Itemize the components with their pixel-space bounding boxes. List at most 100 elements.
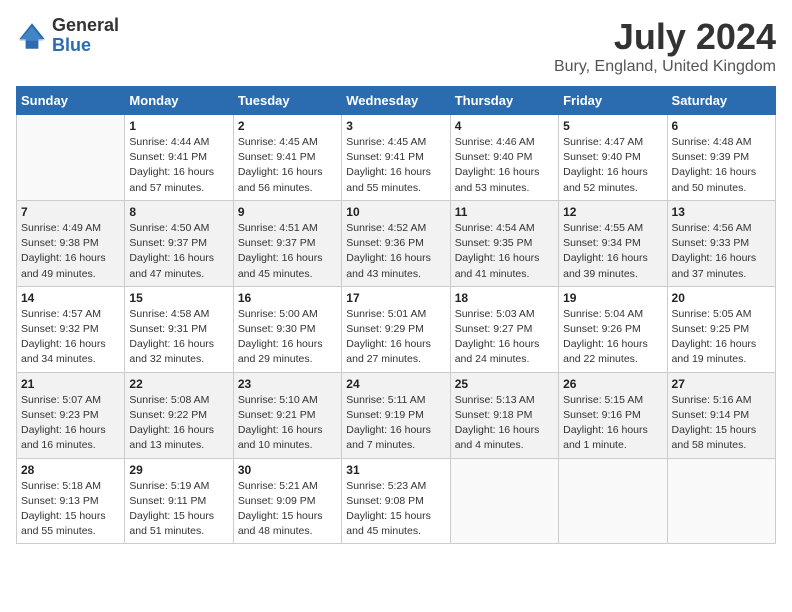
day-info: Sunrise: 4:50 AM Sunset: 9:37 PM Dayligh… [129, 221, 228, 282]
day-info: Sunrise: 5:11 AM Sunset: 9:19 PM Dayligh… [346, 393, 445, 454]
logo-blue-label: Blue [52, 36, 119, 56]
calendar-cell: 6Sunrise: 4:48 AM Sunset: 9:39 PM Daylig… [667, 115, 775, 201]
day-number: 31 [346, 463, 445, 477]
week-row-5: 28 Sunrise: 5:18 AM Sunset: 9:13 PM Dayli… [17, 458, 776, 544]
day-number: 26 [563, 377, 662, 391]
column-header-monday: Monday [125, 87, 233, 115]
calendar-cell: 26 Sunrise: 5:15 AM Sunset: 9:16 PM Dayli… [559, 372, 667, 458]
column-header-tuesday: Tuesday [233, 87, 341, 115]
day-info: Sunrise: 5:10 AM Sunset: 9:21 PM Dayligh… [238, 393, 337, 454]
day-info: Sunrise: 4:45 AM Sunset: 9:41 PM Dayligh… [346, 135, 445, 196]
day-number: 16 [238, 291, 337, 305]
calendar-cell: 8 Sunrise: 4:50 AM Sunset: 9:37 PM Daylig… [125, 200, 233, 286]
day-number: 22 [129, 377, 228, 391]
day-info: Sunrise: 5:19 AM Sunset: 9:11 PM Dayligh… [129, 479, 228, 540]
logo-text: General Blue [52, 16, 119, 56]
calendar-cell: 11Sunrise: 4:54 AM Sunset: 9:35 PM Dayli… [450, 200, 558, 286]
day-number: 14 [21, 291, 120, 305]
day-number: 11 [455, 205, 554, 219]
location-title: Bury, England, United Kingdom [554, 58, 776, 76]
calendar-cell: 29Sunrise: 5:19 AM Sunset: 9:11 PM Dayli… [125, 458, 233, 544]
calendar-cell: 30 Sunrise: 5:21 AM Sunset: 9:09 PM Dayli… [233, 458, 341, 544]
day-info: Sunrise: 5:03 AM Sunset: 9:27 PM Dayligh… [455, 307, 554, 368]
day-info: Sunrise: 4:45 AM Sunset: 9:41 PM Dayligh… [238, 135, 337, 196]
day-info: Sunrise: 4:47 AM Sunset: 9:40 PM Dayligh… [563, 135, 662, 196]
calendar-cell: 14 Sunrise: 4:57 AM Sunset: 9:32 PM Dayli… [17, 286, 125, 372]
day-info: Sunrise: 5:13 AM Sunset: 9:18 PM Dayligh… [455, 393, 554, 454]
day-number: 2 [238, 119, 337, 133]
day-number: 5 [563, 119, 662, 133]
calendar-cell [559, 458, 667, 544]
calendar-cell: 18Sunrise: 5:03 AM Sunset: 9:27 PM Dayli… [450, 286, 558, 372]
day-number: 10 [346, 205, 445, 219]
day-number: 17 [346, 291, 445, 305]
day-info: Sunrise: 5:23 AM Sunset: 9:08 PM Dayligh… [346, 479, 445, 540]
calendar-cell: 31 Sunrise: 5:23 AM Sunset: 9:08 PM Dayli… [342, 458, 450, 544]
calendar-cell: 1 Sunrise: 4:44 AM Sunset: 9:41 PM Daylig… [125, 115, 233, 201]
day-info: Sunrise: 5:21 AM Sunset: 9:09 PM Dayligh… [238, 479, 337, 540]
day-info: Sunrise: 4:46 AM Sunset: 9:40 PM Dayligh… [455, 135, 554, 196]
day-info: Sunrise: 5:08 AM Sunset: 9:22 PM Dayligh… [129, 393, 228, 454]
day-number: 7 [21, 205, 120, 219]
calendar-cell: 23 Sunrise: 5:10 AM Sunset: 9:21 PM Dayli… [233, 372, 341, 458]
calendar-cell: 28 Sunrise: 5:18 AM Sunset: 9:13 PM Dayli… [17, 458, 125, 544]
column-header-saturday: Saturday [667, 87, 775, 115]
day-info: Sunrise: 5:07 AM Sunset: 9:23 PM Dayligh… [21, 393, 120, 454]
calendar-cell: 3 Sunrise: 4:45 AM Sunset: 9:41 PM Daylig… [342, 115, 450, 201]
week-row-3: 14 Sunrise: 4:57 AM Sunset: 9:32 PM Dayli… [17, 286, 776, 372]
column-header-thursday: Thursday [450, 87, 558, 115]
month-title: July 2024 [554, 16, 776, 58]
day-info: Sunrise: 4:48 AM Sunset: 9:39 PM Dayligh… [672, 135, 771, 196]
day-number: 4 [455, 119, 554, 133]
day-number: 28 [21, 463, 120, 477]
day-number: 9 [238, 205, 337, 219]
day-info: Sunrise: 4:44 AM Sunset: 9:41 PM Dayligh… [129, 135, 228, 196]
calendar-cell [667, 458, 775, 544]
calendar-cell: 16Sunrise: 5:00 AM Sunset: 9:30 PM Dayli… [233, 286, 341, 372]
day-number: 30 [238, 463, 337, 477]
header-row: SundayMondayTuesdayWednesdayThursdayFrid… [17, 87, 776, 115]
calendar-cell [450, 458, 558, 544]
day-info: Sunrise: 4:51 AM Sunset: 9:37 PM Dayligh… [238, 221, 337, 282]
day-info: Sunrise: 4:49 AM Sunset: 9:38 PM Dayligh… [21, 221, 120, 282]
column-header-friday: Friday [559, 87, 667, 115]
day-number: 15 [129, 291, 228, 305]
day-info: Sunrise: 4:52 AM Sunset: 9:36 PM Dayligh… [346, 221, 445, 282]
calendar-cell: 4 Sunrise: 4:46 AM Sunset: 9:40 PM Daylig… [450, 115, 558, 201]
day-number: 12 [563, 205, 662, 219]
calendar-body: 1 Sunrise: 4:44 AM Sunset: 9:41 PM Daylig… [17, 115, 776, 544]
week-row-4: 21Sunrise: 5:07 AM Sunset: 9:23 PM Dayli… [17, 372, 776, 458]
day-info: Sunrise: 5:01 AM Sunset: 9:29 PM Dayligh… [346, 307, 445, 368]
day-info: Sunrise: 4:56 AM Sunset: 9:33 PM Dayligh… [672, 221, 771, 282]
day-number: 1 [129, 119, 228, 133]
calendar-cell: 17 Sunrise: 5:01 AM Sunset: 9:29 PM Dayli… [342, 286, 450, 372]
day-info: Sunrise: 4:57 AM Sunset: 9:32 PM Dayligh… [21, 307, 120, 368]
day-number: 25 [455, 377, 554, 391]
day-number: 19 [563, 291, 662, 305]
calendar-cell: 19Sunrise: 5:04 AM Sunset: 9:26 PM Dayli… [559, 286, 667, 372]
day-number: 23 [238, 377, 337, 391]
day-info: Sunrise: 5:18 AM Sunset: 9:13 PM Dayligh… [21, 479, 120, 540]
logo-general-label: General [52, 16, 119, 36]
title-area: July 2024 Bury, England, United Kingdom [554, 16, 776, 76]
column-header-wednesday: Wednesday [342, 87, 450, 115]
calendar-cell: 21Sunrise: 5:07 AM Sunset: 9:23 PM Dayli… [17, 372, 125, 458]
column-header-sunday: Sunday [17, 87, 125, 115]
calendar-cell: 27Sunrise: 5:16 AM Sunset: 9:14 PM Dayli… [667, 372, 775, 458]
calendar-cell: 10 Sunrise: 4:52 AM Sunset: 9:36 PM Dayli… [342, 200, 450, 286]
calendar-cell: 9 Sunrise: 4:51 AM Sunset: 9:37 PM Daylig… [233, 200, 341, 286]
day-number: 3 [346, 119, 445, 133]
calendar-cell: 22 Sunrise: 5:08 AM Sunset: 9:22 PM Dayli… [125, 372, 233, 458]
day-info: Sunrise: 5:05 AM Sunset: 9:25 PM Dayligh… [672, 307, 771, 368]
day-number: 20 [672, 291, 771, 305]
day-number: 8 [129, 205, 228, 219]
day-info: Sunrise: 4:58 AM Sunset: 9:31 PM Dayligh… [129, 307, 228, 368]
calendar-cell: 15 Sunrise: 4:58 AM Sunset: 9:31 PM Dayli… [125, 286, 233, 372]
calendar-cell: 7 Sunrise: 4:49 AM Sunset: 9:38 PM Daylig… [17, 200, 125, 286]
day-number: 13 [672, 205, 771, 219]
day-info: Sunrise: 5:15 AM Sunset: 9:16 PM Dayligh… [563, 393, 662, 454]
calendar-cell: 13 Sunrise: 4:56 AM Sunset: 9:33 PM Dayli… [667, 200, 775, 286]
calendar-cell: 24Sunrise: 5:11 AM Sunset: 9:19 PM Dayli… [342, 372, 450, 458]
calendar-header: SundayMondayTuesdayWednesdayThursdayFrid… [17, 87, 776, 115]
calendar-cell: 2 Sunrise: 4:45 AM Sunset: 9:41 PM Daylig… [233, 115, 341, 201]
